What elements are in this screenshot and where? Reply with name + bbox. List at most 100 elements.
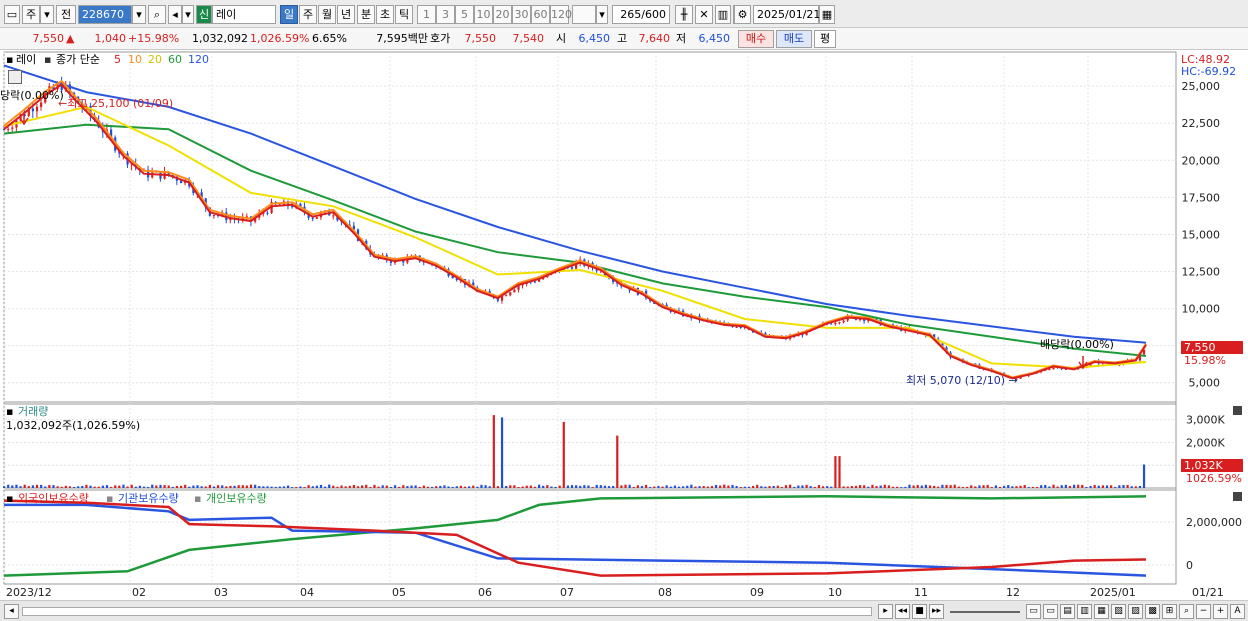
volume-bar <box>686 485 689 488</box>
chart-scrollbar[interactable]: ◂ ▸ ◂◂ ■ ▸▸ ▭ ▭ ▤ ▥ ▦ ▧ ▨ ▩ ⊞ ⌕ − + A <box>0 600 1248 621</box>
scroll-left-icon[interactable]: ◂ <box>4 604 19 619</box>
period-tab[interactable]: 일 <box>280 5 298 24</box>
price-tick-label: 20,000 <box>1182 154 1221 167</box>
interval-button[interactable]: 3 <box>436 5 455 24</box>
individual-holding-label: 개인보유수량 <box>206 492 267 505</box>
volume-bar <box>953 484 956 488</box>
layout-icon[interactable]: ▦ <box>1094 604 1109 619</box>
tools-icon[interactable]: ✕ <box>695 5 713 24</box>
candle-body <box>266 212 269 214</box>
interval-button[interactable]: 20 <box>493 5 512 24</box>
time-tick-label: 05 <box>392 586 406 599</box>
close-icon[interactable] <box>1233 406 1242 415</box>
scroll-right-icon[interactable]: ▸ <box>878 604 893 619</box>
interval-button[interactable]: 120 <box>550 5 572 24</box>
buy-button[interactable]: 매수 <box>738 30 774 48</box>
layout-icon[interactable]: ▭ <box>1026 604 1041 619</box>
volume-bar <box>311 486 314 488</box>
layout-icon[interactable]: ▥ <box>1077 604 1092 619</box>
volume-bar <box>949 485 952 488</box>
volume-menu-icon[interactable]: ▪ <box>6 405 13 418</box>
chart-icon[interactable]: ▥ <box>715 5 731 24</box>
period-tab[interactable]: 년 <box>337 5 355 24</box>
layout-icon[interactable]: ▨ <box>1128 604 1143 619</box>
volume-bar <box>179 485 183 488</box>
period-tab[interactable]: 월 <box>318 5 336 24</box>
count-field[interactable]: 265/600 <box>612 5 670 24</box>
volume-bar <box>385 485 388 488</box>
panel-menu-icon[interactable]: ▪ <box>6 53 13 66</box>
volume-bar <box>677 486 681 488</box>
volume-bar <box>776 485 779 488</box>
close-icon[interactable] <box>1233 492 1242 501</box>
code-input[interactable]: 228670 <box>78 5 132 24</box>
interval-button[interactable]: 30 <box>512 5 531 24</box>
window-icon[interactable]: ▭ <box>4 5 20 24</box>
layout-icon[interactable]: ▧ <box>1111 604 1126 619</box>
layout-icon[interactable]: ⊞ <box>1162 604 1177 619</box>
volume-bar <box>751 485 755 488</box>
gear-icon[interactable]: ⚙ <box>734 5 751 24</box>
candle-icon[interactable]: ╫ <box>675 5 693 24</box>
speaker-icon[interactable]: ◂ <box>168 5 182 24</box>
zoom-icon[interactable]: ⌕ <box>1179 604 1194 619</box>
layout-icon[interactable]: ▤ <box>1060 604 1075 619</box>
prev-button[interactable]: 전 <box>56 5 76 24</box>
volume-bar <box>702 486 705 488</box>
calendar-icon[interactable]: ▦ <box>819 5 835 24</box>
stock-chart[interactable]: 25,000 22,500 20,000 17,500 15,000 12,500 10,0… <box>0 50 1248 600</box>
forward-icon[interactable]: ▸▸ <box>929 604 944 619</box>
scroll-track[interactable] <box>22 607 872 616</box>
rewind-icon[interactable]: ◂◂ <box>895 604 910 619</box>
period-tab[interactable]: 틱 <box>395 5 413 24</box>
interval-button[interactable]: 5 <box>455 5 474 24</box>
interval-input[interactable] <box>572 5 596 24</box>
date-field[interactable]: 2025/01/21 <box>753 5 820 24</box>
volume-bar <box>612 486 615 488</box>
zoom-slider[interactable] <box>950 611 1020 613</box>
stop-icon[interactable]: ■ <box>912 604 927 619</box>
sell-button[interactable]: 매도 <box>776 30 812 48</box>
volume-bar <box>990 487 993 488</box>
code-dropdown-icon[interactable]: ▾ <box>132 5 146 24</box>
volume-pct-tag: 1026.59% <box>1186 472 1242 485</box>
layout-icon[interactable]: ▭ <box>1043 604 1058 619</box>
volume-bar <box>101 485 104 488</box>
search-icon[interactable]: ⌕ <box>148 5 166 24</box>
period-tab[interactable]: 분 <box>357 5 375 24</box>
interval-button[interactable]: 10 <box>474 5 493 24</box>
period-tab[interactable]: 주 <box>299 5 317 24</box>
interval-button[interactable]: 60 <box>531 5 550 24</box>
volume-bar <box>361 485 364 488</box>
time-tick-label: 2023/12 <box>6 586 52 599</box>
volume-bar <box>1110 485 1113 488</box>
minus-icon[interactable]: − <box>1196 604 1211 619</box>
volume-bar <box>373 484 376 488</box>
stock-name-field[interactable]: 레이 <box>212 5 276 24</box>
trade-amount: 7,595백만 <box>376 32 428 45</box>
volume-bar <box>159 484 162 488</box>
volume-bar <box>27 486 30 488</box>
volume-bar <box>216 485 220 488</box>
volume-bar <box>550 486 553 488</box>
volume-bar <box>945 484 948 488</box>
volume-bar <box>628 484 631 488</box>
time-tick-label: 04 <box>300 586 314 599</box>
eval-button[interactable]: 평 <box>814 30 836 48</box>
text-icon[interactable]: A <box>1230 604 1245 619</box>
volume-bar <box>817 485 821 488</box>
chevron-down-icon[interactable]: ▾ <box>40 5 54 24</box>
chevron-down-icon[interactable]: ▾ <box>596 5 608 24</box>
plus-icon[interactable]: + <box>1213 604 1228 619</box>
change-value: 1,040 <box>94 32 127 45</box>
volume-bar <box>208 484 211 488</box>
holding-menu-icon[interactable]: ▪ <box>6 492 13 505</box>
period-tab[interactable]: 초 <box>376 5 394 24</box>
volume-bar <box>463 486 467 488</box>
layout-icon[interactable]: ▩ <box>1145 604 1160 619</box>
chevron-down-icon[interactable]: ▾ <box>182 5 194 24</box>
interval-button[interactable]: 1 <box>417 5 436 24</box>
calculator-icon[interactable] <box>8 70 22 84</box>
volume-bar <box>447 486 450 488</box>
market-select[interactable]: 주 <box>22 5 40 24</box>
